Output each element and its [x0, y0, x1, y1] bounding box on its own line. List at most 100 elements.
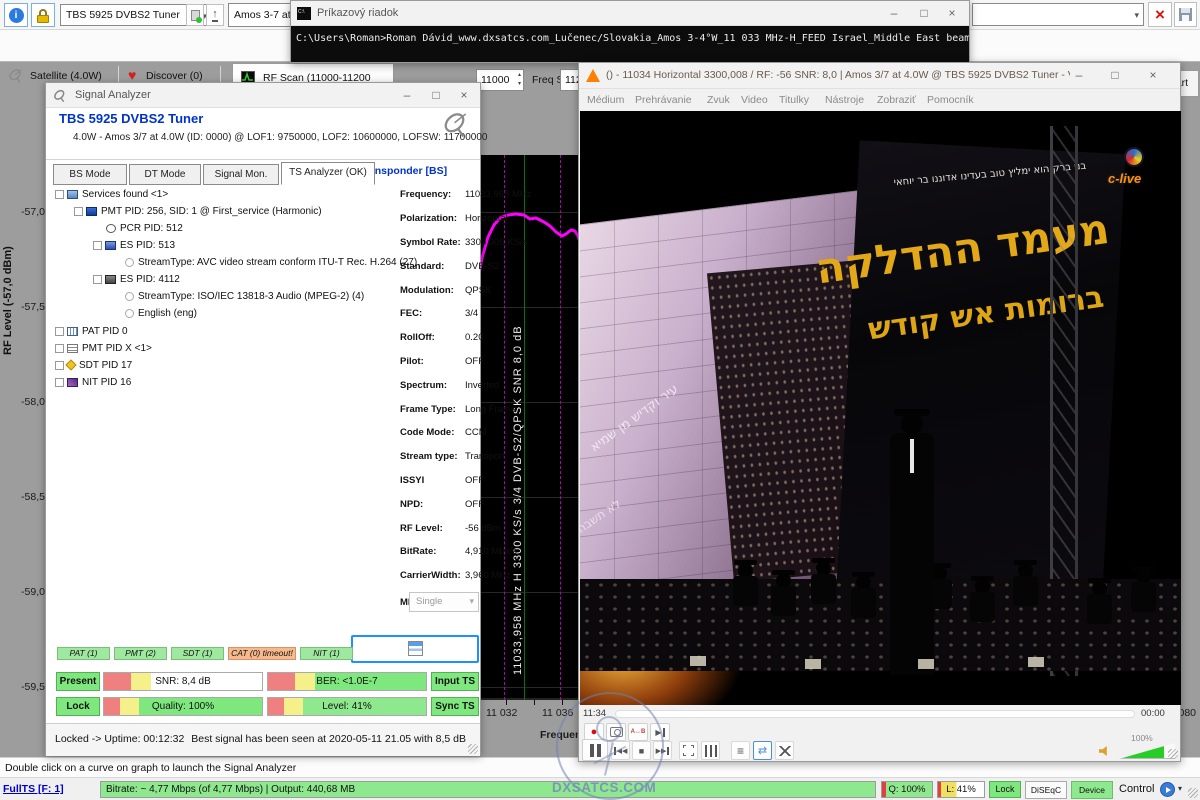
close-button[interactable]: × [1140, 67, 1166, 85]
menu-subtitles[interactable]: Titulky [779, 94, 809, 106]
snapshot-button[interactable] [606, 723, 626, 741]
pmt-chip[interactable]: PMT (2) [114, 647, 167, 660]
playlist-button[interactable]: ≡ [731, 741, 750, 760]
fullts-link[interactable]: FullTS [F: 1] [3, 783, 64, 795]
tree-item[interactable]: SDT PID 17 [55, 360, 132, 375]
volume-icon[interactable] [1099, 745, 1111, 757]
tab-satellite[interactable]: Satellite (4.0W) [30, 70, 102, 82]
tag-button[interactable] [186, 4, 204, 26]
minimize-button[interactable]: – [1066, 67, 1092, 85]
x-tickmark [506, 700, 507, 705]
control-icon[interactable] [1160, 782, 1175, 797]
pat-chip[interactable]: PAT (1) [57, 647, 110, 660]
import-button[interactable]: ↑ [206, 4, 224, 26]
stop-button[interactable]: ■ [632, 741, 651, 760]
tree-item[interactable]: English (eng) [125, 308, 197, 323]
tab-dt-mode[interactable]: DT Mode [129, 164, 201, 185]
sa-tuner-subtitle: 4.0W - Amos 3/7 at 4.0W (ID: 0000) @ LOF… [73, 132, 487, 143]
resize-grip[interactable] [1168, 749, 1178, 759]
ts-record-button[interactable] [351, 635, 479, 663]
menu-help[interactable]: Pomocník [927, 94, 974, 106]
settings-button[interactable] [701, 741, 720, 760]
dish-logo-icon [442, 109, 472, 139]
lock-button[interactable] [31, 3, 55, 27]
field-value: 4,910 Mbit/s [465, 546, 517, 557]
ab-loop-button[interactable]: A↔B [628, 723, 648, 741]
cmd-titlebar[interactable]: C:\ Príkazový riadok – □ × [291, 1, 969, 26]
menu-audio[interactable]: Zvuk [707, 94, 730, 106]
delete-button[interactable]: × [1148, 2, 1172, 27]
resize-grip[interactable] [468, 744, 478, 754]
shuffle-icon [779, 746, 791, 756]
freq-start-field[interactable]: 11000 ▴ ▾ [476, 69, 524, 91]
tree-item[interactable]: ES PID: 4112 [93, 274, 180, 289]
field-label: FEC: [400, 308, 422, 319]
tab-bs-mode[interactable]: BS Mode [53, 164, 127, 185]
silhouette [776, 573, 791, 588]
tree-item[interactable]: PAT PID 0 [55, 326, 128, 341]
menu-medium[interactable]: Médium [587, 94, 624, 106]
frame-button[interactable]: ▶ [650, 723, 670, 741]
mis-select[interactable]: Single ▾ [409, 592, 479, 612]
ber-bar: BER: <1.0E-7 [267, 672, 427, 691]
menu-playback[interactable]: Prehrávanie [635, 94, 692, 106]
minimize-button[interactable]: – [881, 5, 907, 23]
volume-slider[interactable] [1119, 743, 1175, 759]
spinner-up-icon[interactable]: ▴ [518, 71, 521, 78]
seek-slider[interactable] [615, 710, 1135, 718]
sdt-chip[interactable]: SDT (1) [171, 647, 224, 660]
tab-ts-analyzer[interactable]: TS Analyzer (OK) [281, 162, 375, 185]
shuffle-button[interactable] [775, 741, 794, 760]
info-button[interactable]: i [4, 3, 28, 27]
vlc-titlebar[interactable]: () - 11034 Horizontal 3300,008 / RF: -56… [579, 63, 1180, 89]
tree-item[interactable]: PCR PID: 512 [106, 223, 183, 238]
tab-discover[interactable]: Discover (0) [146, 70, 203, 82]
tag-icon [191, 10, 200, 21]
menu-tools[interactable]: Nástroje [825, 94, 864, 106]
field-label: Modulation: [400, 285, 454, 296]
field-label: Spectrum: [400, 380, 447, 391]
import-icon: ↑ [212, 9, 218, 22]
minimize-button[interactable]: – [394, 87, 420, 105]
tree-item[interactable]: NIT PID 16 [55, 377, 131, 392]
cat-chip[interactable]: CAT (0) timeout! [228, 647, 296, 660]
pause-button[interactable] [582, 739, 608, 761]
video-area[interactable]: עיר וקדיש מן שמיא לא תשבח בני ברק הוא ימ… [580, 111, 1181, 705]
tree-item[interactable]: Services found <1> [55, 189, 168, 204]
tree-item[interactable]: PMT PID X <1> [55, 343, 152, 358]
next-button[interactable]: ▶▶ [653, 741, 672, 760]
spinner-down-icon[interactable]: ▾ [518, 80, 521, 87]
tree-item[interactable]: ES PID: 513 [93, 240, 175, 255]
diseqc-button[interactable]: DiSEqC [1025, 781, 1067, 799]
maximize-button[interactable]: □ [423, 87, 449, 105]
tree-item[interactable]: StreamType: AVC video stream conform ITU… [125, 257, 417, 272]
close-button[interactable]: × [939, 5, 965, 23]
field-value: 11033,958 MHz [465, 189, 531, 200]
resize-grip[interactable] [1188, 788, 1198, 798]
field-label: CarrierWidth: [400, 570, 461, 581]
lock-indicator: Lock [56, 697, 100, 716]
save-button[interactable] [1174, 2, 1197, 27]
elapsed-time: 11:34 [583, 708, 606, 719]
tree-item[interactable]: StreamType: ISO/IEC 13818-3 Audio (MPEG-… [125, 291, 364, 306]
nit-chip[interactable]: NIT (1) [300, 647, 353, 660]
maximize-button[interactable]: □ [1102, 67, 1128, 85]
close-button[interactable]: × [451, 87, 477, 105]
previous-button[interactable]: ◀◀ [611, 741, 630, 760]
cmd-console[interactable]: C:\Users\Roman>Roman Dávid_www.dxsatcs.c… [291, 26, 969, 62]
record-icon: ● [591, 726, 598, 738]
menu-video[interactable]: Video [741, 94, 768, 106]
tree-item[interactable]: PMT PID: 256, SID: 1 @ First_service (Ha… [74, 206, 322, 221]
equalizer-icon [705, 745, 717, 757]
menu-view[interactable]: Zobraziť [877, 94, 916, 106]
control-chevron-icon[interactable]: ▾ [1178, 784, 1182, 793]
cmd-icon: C:\ [297, 7, 311, 20]
fullscreen-button[interactable] [679, 741, 698, 760]
tab-signal-mon[interactable]: Signal Mon. [203, 164, 279, 185]
maximize-button[interactable]: □ [911, 5, 937, 23]
preset-select[interactable]: ▾ [972, 3, 1144, 26]
silhouette [738, 563, 753, 578]
loop-button[interactable]: ⇄ [753, 741, 772, 760]
device-button[interactable]: Device [1071, 781, 1113, 799]
sa-titlebar[interactable]: Signal Analyzer – □ × [46, 83, 480, 108]
